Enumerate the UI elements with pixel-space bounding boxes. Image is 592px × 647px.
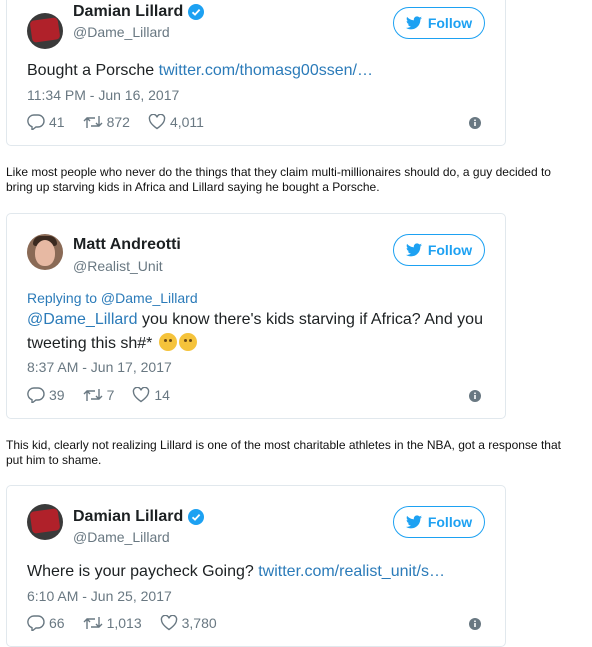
author-handle[interactable]: @Dame_Lillard <box>73 24 170 40</box>
verified-badge-icon <box>188 509 205 525</box>
avatar-face <box>35 240 55 266</box>
tweet-card-2: Matt Andreotti @Realist_Unit Follow Repl… <box>6 213 506 419</box>
info-icon[interactable] <box>469 618 481 630</box>
avatar[interactable] <box>27 13 63 49</box>
reply-action[interactable]: 39 <box>27 387 65 403</box>
follow-button[interactable]: Follow <box>393 7 485 39</box>
author-name[interactable]: Matt Andreotti <box>73 236 181 254</box>
tweet-link[interactable]: twitter.com/realist_unit/s… <box>258 563 445 580</box>
retweet-action[interactable]: 872 <box>83 114 130 130</box>
twitter-bird-icon <box>405 243 422 257</box>
reply-action[interactable]: 41 <box>27 114 65 130</box>
like-action[interactable]: 14 <box>132 387 170 403</box>
verified-badge-icon <box>188 4 205 20</box>
follow-button[interactable]: Follow <box>393 506 485 538</box>
avatar[interactable] <box>27 234 63 270</box>
info-icon[interactable] <box>469 390 481 402</box>
logo-icon <box>29 508 61 534</box>
retweet-icon <box>83 389 103 401</box>
timestamp[interactable]: 11:34 PM - Jun 16, 2017 <box>27 87 179 103</box>
retweet-icon <box>83 116 103 128</box>
author-name[interactable]: Damian Lillard <box>73 3 205 21</box>
tweet-card-1: Damian Lillard @Dame_Lillard Follow Boug… <box>6 0 506 146</box>
action-bar: 41 872 4,011 <box>27 114 222 130</box>
thinking-emoji-icon <box>158 333 177 351</box>
reply-icon <box>27 387 45 403</box>
reply-icon <box>27 114 45 130</box>
retweet-icon <box>83 617 103 629</box>
twitter-bird-icon <box>405 515 422 529</box>
article-paragraph: Like most people who never do the things… <box>6 165 551 194</box>
retweet-action[interactable]: 1,013 <box>83 615 142 631</box>
replying-to-link[interactable]: Replying to @Dame_Lillard <box>27 290 198 306</box>
author-handle[interactable]: @Realist_Unit <box>73 258 163 274</box>
heart-icon <box>133 387 150 403</box>
timestamp[interactable]: 6:10 AM - Jun 25, 2017 <box>27 588 172 604</box>
avatar[interactable] <box>27 504 63 540</box>
mention-link[interactable]: @Dame_Lillard <box>27 311 138 328</box>
twitter-bird-icon <box>405 16 422 30</box>
tweet-link[interactable]: twitter.com/thomasg00ssen/… <box>159 62 373 79</box>
retweet-action[interactable]: 7 <box>83 387 114 403</box>
heart-icon <box>160 615 177 631</box>
info-icon[interactable] <box>469 117 481 129</box>
reply-action[interactable]: 66 <box>27 615 65 631</box>
author-name[interactable]: Damian Lillard <box>73 508 205 526</box>
like-action[interactable]: 4,011 <box>148 114 204 130</box>
article-paragraph: This kid, clearly not realizing Lillard … <box>6 438 561 467</box>
like-action[interactable]: 3,780 <box>160 615 217 631</box>
action-bar: 66 1,013 3,780 <box>27 615 235 631</box>
reply-icon <box>27 615 45 631</box>
heart-icon <box>148 114 166 130</box>
zipper-mouth-emoji-icon <box>178 333 197 351</box>
author-handle[interactable]: @Dame_Lillard <box>73 529 170 545</box>
tweet-text: Bought a Porsche twitter.com/thomasg00ss… <box>27 62 373 79</box>
follow-button[interactable]: Follow <box>393 234 485 266</box>
tweet-text: Where is your paycheck Going? twitter.co… <box>27 563 445 580</box>
logo-icon <box>29 17 61 43</box>
action-bar: 39 7 14 <box>27 387 188 403</box>
tweet-text: @Dame_Lillard you know there's kids star… <box>27 311 483 352</box>
tweet-card-3: Damian Lillard @Dame_Lillard Follow Wher… <box>6 485 506 647</box>
timestamp[interactable]: 8:37 AM - Jun 17, 2017 <box>27 359 172 375</box>
